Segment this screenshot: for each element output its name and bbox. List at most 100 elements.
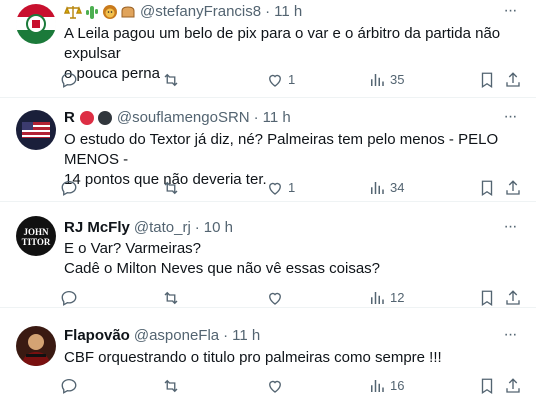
views-button[interactable]: 16 (368, 376, 404, 396)
views-button[interactable]: 12 (368, 288, 404, 308)
svg-text:JOHN: JOHN (23, 227, 49, 237)
views-icon (371, 74, 384, 86)
tweet-text: CBF orquestrando o titulo pro palmeiras … (64, 349, 442, 366)
tweet-handle[interactable]: @stefanyFrancis8 (140, 2, 261, 22)
like-button[interactable] (266, 288, 288, 308)
share-icon (506, 72, 520, 87)
tweet-author-name[interactable]: RJ McFly (64, 218, 130, 238)
avatar[interactable]: JOHN TITOR (16, 216, 56, 256)
separator-dot: · (223, 327, 229, 344)
tweet-actions: 16 (56, 376, 520, 396)
lion-emoji-icon (103, 5, 117, 19)
bookmark-icon (481, 290, 493, 307)
svg-text:TITOR: TITOR (22, 237, 51, 247)
like-icon (269, 380, 281, 393)
tweet-handle[interactable]: @tato_rj (134, 218, 191, 238)
retweet-icon (164, 291, 178, 305)
tweet-card[interactable]: R @souflamengoSRN · 11 h ··· O estudo do… (0, 98, 536, 202)
views-count: 16 (390, 378, 405, 393)
reply-button[interactable] (60, 178, 82, 198)
reply-icon (61, 378, 77, 394)
retweet-icon (164, 379, 178, 393)
views-icon (371, 182, 384, 194)
share-icon (506, 290, 520, 305)
tweet-handle[interactable]: @asponeFla (134, 326, 219, 346)
tweet-card[interactable]: @stefanyFrancis8 · 11 h ··· A Leila pago… (0, 0, 536, 98)
tweet-actions: 1 34 (56, 178, 520, 198)
tweet-text: E o Var? Varmeiras? Cadê o Milton Neves … (64, 240, 381, 277)
retweet-button[interactable] (162, 70, 184, 90)
views-icon (371, 380, 384, 392)
avatar[interactable] (16, 4, 56, 44)
more-icon[interactable]: ··· (500, 3, 520, 24)
bookmark-button[interactable] (478, 70, 496, 90)
retweet-button[interactable] (162, 376, 184, 396)
reply-button[interactable] (60, 70, 82, 90)
tweet-author-name[interactable]: R (64, 108, 75, 128)
share-icon (506, 378, 520, 393)
retweet-icon (164, 181, 178, 195)
red-circle-icon (79, 111, 94, 125)
share-button[interactable] (504, 288, 522, 308)
like-button[interactable]: 1 (266, 70, 295, 90)
bookmark-icon (481, 378, 493, 395)
more-icon[interactable]: ··· (500, 109, 520, 130)
reply-button[interactable] (60, 288, 82, 308)
tweet-feed: @stefanyFrancis8 · 11 h ··· A Leila pago… (0, 0, 536, 405)
bread-emoji-icon (121, 6, 135, 18)
tweet-card[interactable]: Flapovão @asponeFla · 11 h ··· CBF orque… (0, 308, 536, 405)
name-emoji-group (79, 110, 113, 126)
separator-dot: · (194, 219, 200, 236)
like-count: 1 (288, 72, 296, 87)
like-button[interactable]: 1 (266, 178, 295, 198)
like-button[interactable] (266, 376, 288, 396)
avatar-photo-image (16, 326, 56, 366)
retweet-icon (164, 73, 178, 87)
tweet-actions: 1 35 (56, 70, 520, 90)
reply-button[interactable] (60, 376, 82, 396)
views-count: 12 (390, 290, 405, 305)
avatar-logo-image: JOHN TITOR (16, 216, 56, 256)
views-button[interactable]: 34 (368, 178, 404, 198)
like-icon (269, 292, 281, 305)
views-button[interactable]: 35 (368, 70, 404, 90)
tweet-time[interactable]: 10 h (204, 218, 233, 238)
views-count: 35 (390, 72, 405, 87)
views-icon (371, 292, 384, 304)
scales-emoji-icon (64, 6, 82, 19)
views-count: 34 (390, 180, 405, 195)
bookmark-icon (481, 72, 493, 89)
cactus-emoji-icon (86, 6, 98, 19)
reply-icon (61, 72, 77, 88)
avatar-crest-image (16, 4, 56, 44)
bookmark-button[interactable] (478, 178, 496, 198)
retweet-button[interactable] (162, 288, 184, 308)
bookmark-button[interactable] (478, 288, 496, 308)
retweet-button[interactable] (162, 178, 184, 198)
share-button[interactable] (504, 376, 522, 396)
tweet-author-name[interactable]: Flapovão (64, 326, 130, 346)
tweet-card[interactable]: JOHN TITOR RJ McFly @tato_rj · 10 h ··· … (0, 202, 536, 308)
reply-icon (61, 180, 77, 196)
bookmark-icon (481, 180, 493, 197)
tweet-time[interactable]: 11 h (274, 2, 302, 22)
like-icon (269, 74, 281, 87)
more-icon[interactable]: ··· (500, 327, 520, 348)
black-circle-icon (97, 111, 112, 125)
avatar[interactable] (16, 110, 56, 150)
like-icon (269, 182, 281, 195)
avatar[interactable] (16, 326, 56, 366)
share-button[interactable] (504, 70, 522, 90)
tweet-time[interactable]: 11 h (232, 326, 260, 346)
more-icon[interactable]: ··· (500, 219, 520, 240)
tweet-time[interactable]: 11 h (263, 108, 291, 128)
reply-icon (61, 290, 77, 306)
bookmark-button[interactable] (478, 376, 496, 396)
name-emoji-group (64, 4, 136, 20)
tweet-handle[interactable]: @souflamengoSRN (117, 108, 250, 128)
separator-dot: · (265, 3, 271, 20)
share-button[interactable] (504, 178, 522, 198)
like-count: 1 (288, 180, 296, 195)
separator-dot: · (253, 109, 259, 126)
tweet-actions: 12 (56, 288, 520, 308)
